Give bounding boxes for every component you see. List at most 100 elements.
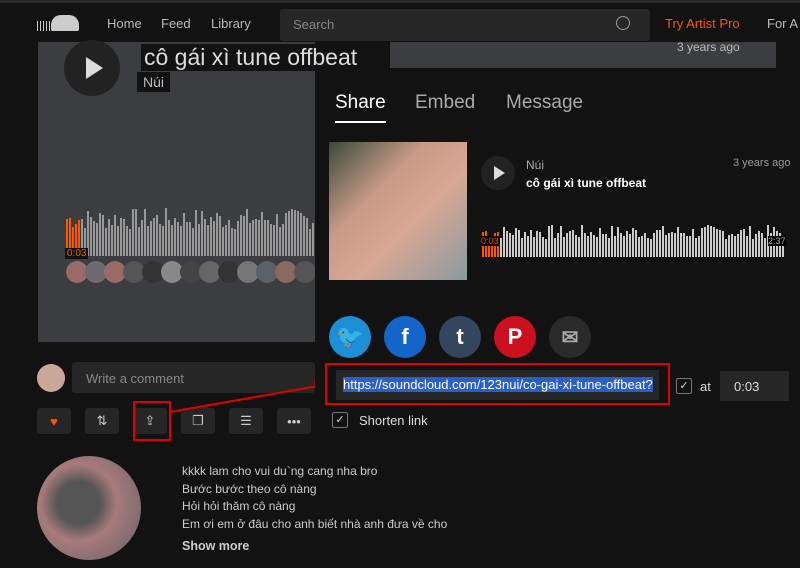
mini-artist[interactable]: Núi — [526, 158, 544, 172]
waveform-bar — [746, 235, 748, 257]
waveform-bar — [303, 215, 305, 256]
user-avatar — [37, 364, 65, 392]
waveform-bar — [722, 231, 724, 257]
social-buttons: 🐦 f t P ✉ — [329, 316, 591, 358]
tab-message[interactable]: Message — [506, 92, 583, 114]
waveform-bar — [548, 225, 550, 257]
waveform-bar — [198, 224, 200, 256]
try-artist-pro-link[interactable]: Try Artist Pro — [665, 16, 740, 31]
waveform-bar — [698, 235, 700, 257]
waveform-bar — [180, 226, 182, 256]
facebook-icon: f — [401, 324, 409, 349]
waveform-bar — [288, 211, 290, 256]
waveform-bar — [749, 225, 751, 257]
waveform-bar — [551, 225, 553, 257]
waveform-bar — [725, 239, 727, 257]
waveform-bar — [258, 220, 260, 256]
waveform-bar — [518, 229, 520, 257]
waveform-bar — [755, 234, 757, 257]
waveform-bar — [701, 228, 703, 257]
waveform-bar — [249, 222, 251, 256]
waveform-bar — [635, 230, 637, 257]
waveform-bar — [141, 220, 143, 256]
waveform-bar — [294, 209, 296, 256]
waveform-bar — [521, 238, 523, 257]
waveform-bar — [147, 225, 149, 256]
waveform-bar — [590, 231, 592, 257]
waveform-bar — [150, 220, 152, 256]
mini-title[interactable]: cô gái xì tune offbeat — [526, 176, 646, 190]
waveform-bar — [689, 236, 691, 257]
artist-avatar[interactable] — [37, 456, 141, 560]
mini-duration: 2:37 — [768, 236, 786, 246]
waveform-bar — [587, 236, 589, 257]
tab-share[interactable]: Share — [335, 92, 386, 123]
show-more-link[interactable]: Show more — [182, 539, 447, 553]
search-icon[interactable] — [616, 16, 630, 30]
mini-play-button[interactable] — [481, 156, 515, 190]
waveform-bar — [656, 229, 658, 257]
at-time-input[interactable]: 0:03 — [720, 371, 789, 401]
waveform-bar — [252, 220, 254, 256]
waveform-bar — [138, 227, 140, 256]
waveform-bar — [608, 238, 610, 257]
waveform-bar — [123, 219, 125, 256]
nav-feed[interactable]: Feed — [161, 16, 191, 31]
pinterest-icon: P — [507, 324, 523, 349]
like-button[interactable]: ♥ — [37, 408, 71, 434]
heart-icon: ♥ — [50, 413, 58, 429]
share-url-input[interactable]: https://soundcloud.com/123nui/co-gai-xi-… — [336, 370, 659, 400]
play-button[interactable] — [64, 40, 120, 96]
waveform-bar — [602, 234, 604, 257]
waveform-bar — [153, 217, 155, 256]
waveform-bar — [177, 222, 179, 256]
at-time-checkbox[interactable]: ✓ — [676, 378, 692, 394]
waveform[interactable] — [66, 208, 315, 256]
waveform-bar — [734, 236, 736, 257]
comment-avatars — [66, 261, 316, 283]
artist-name[interactable]: Núi — [137, 72, 171, 92]
waveform-bar — [240, 214, 242, 256]
waveform-bar — [222, 226, 224, 256]
email-button[interactable]: ✉ — [549, 316, 591, 358]
waveform-bar — [542, 236, 544, 257]
waveform-bar — [593, 234, 595, 257]
mini-current-time: 0:03 — [481, 236, 499, 246]
for-artists-link[interactable]: For A — [767, 16, 798, 31]
pinterest-button[interactable]: P — [494, 316, 536, 358]
waveform-bar — [704, 227, 706, 257]
waveform-bar — [605, 234, 607, 257]
description-line: Hỏi hỏi thăm cô nàng — [182, 499, 296, 513]
mini-waveform[interactable] — [482, 225, 787, 257]
commenter-avatar[interactable] — [294, 261, 316, 283]
tumblr-button[interactable]: t — [439, 316, 481, 358]
waveform-bar — [183, 212, 185, 256]
waveform-bar — [273, 224, 275, 256]
waveform-bar — [596, 237, 598, 257]
waveform-bar — [614, 235, 616, 257]
waveform-bar — [186, 222, 188, 256]
search-input[interactable]: Search — [280, 9, 650, 41]
waveform-bar — [156, 215, 158, 256]
twitter-icon: 🐦 — [336, 324, 364, 349]
track-hero: 0:03 — [38, 40, 316, 342]
facebook-button[interactable]: f — [384, 316, 426, 358]
tab-embed[interactable]: Embed — [415, 92, 475, 114]
nav-home[interactable]: Home — [107, 16, 142, 31]
waveform-bar — [114, 215, 116, 256]
repost-button[interactable]: ⇅ — [85, 408, 119, 434]
soundcloud-logo[interactable] — [37, 13, 79, 33]
shorten-link-checkbox[interactable]: ✓ — [332, 412, 348, 428]
at-label: at — [700, 379, 711, 394]
waveform-bar — [216, 213, 218, 256]
waveform-bar — [231, 227, 233, 256]
waveform-bar — [644, 232, 646, 257]
twitter-button[interactable]: 🐦 — [329, 316, 371, 358]
description-line: Bước bước theo cô nàng — [182, 481, 317, 496]
nav-library[interactable]: Library — [211, 16, 251, 31]
top-bar: Home Feed Library Search Try Artist Pro … — [0, 0, 800, 42]
waveform-bar — [162, 225, 164, 256]
waveform-bar — [306, 217, 308, 256]
waveform-bar — [665, 234, 667, 257]
waveform-bar — [237, 220, 239, 256]
